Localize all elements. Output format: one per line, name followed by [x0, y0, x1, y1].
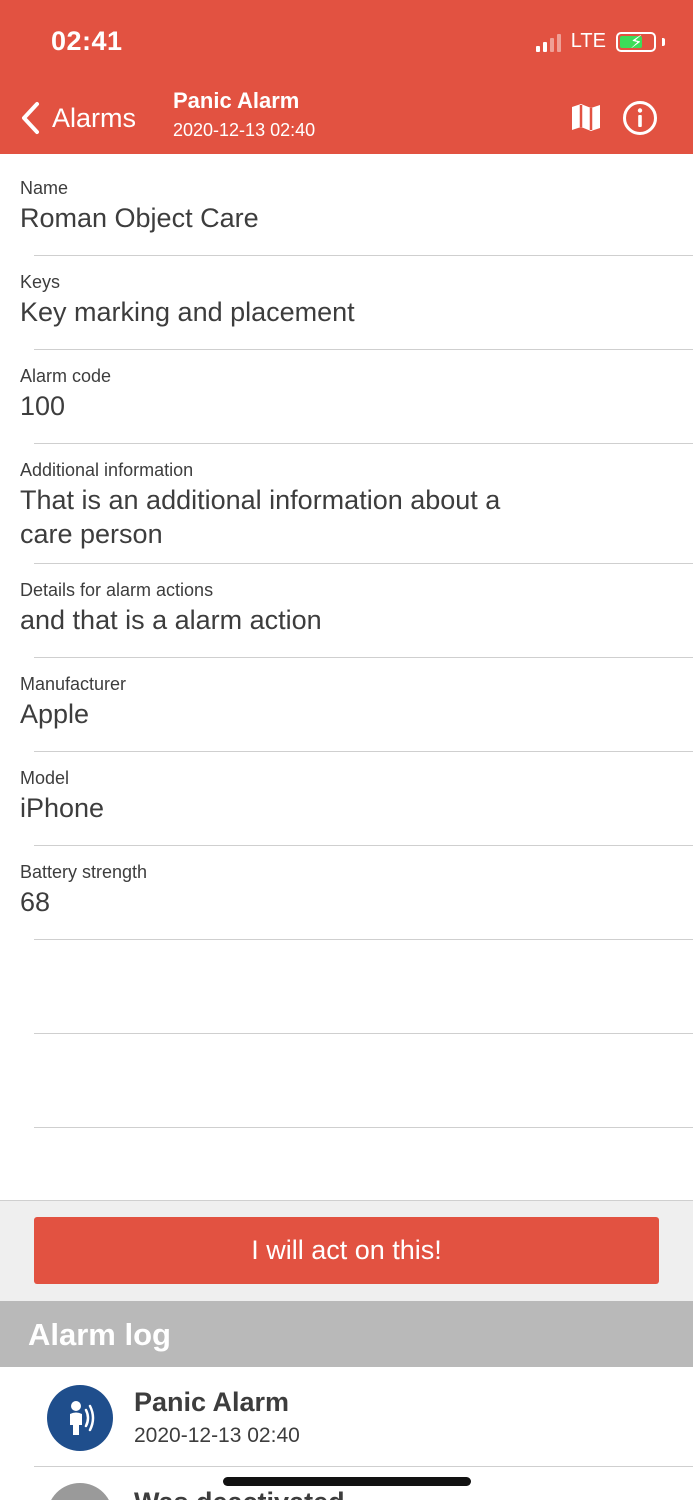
list-item[interactable]: Panic Alarm 2020-12-13 02:40 — [0, 1367, 693, 1467]
field-value: Roman Object Care — [20, 203, 259, 233]
field-keys: Keys Key marking and placement — [0, 256, 693, 350]
deactivated-icon — [47, 1483, 113, 1500]
battery-tip — [662, 37, 665, 46]
log-item-time: 2020-12-13 02:40 — [134, 1424, 300, 1447]
map-icon[interactable] — [569, 100, 603, 139]
alarm-log-title: Alarm log — [28, 1317, 171, 1352]
status-time: 02:41 — [51, 26, 123, 56]
field-value: Key marking and placement — [20, 297, 355, 327]
field-alarm-action-details: Details for alarm actions and that is a … — [0, 564, 693, 658]
header-title-block: Panic Alarm 2020-12-13 02:40 — [173, 88, 315, 141]
status-indicators: LTE ⚡ — [535, 30, 665, 53]
field-value: and that is a alarm action — [20, 605, 322, 635]
field-additional-information: Additional information That is an additi… — [0, 444, 693, 564]
divider — [34, 1127, 693, 1128]
field-label: Model — [20, 768, 70, 788]
empty-row — [0, 940, 693, 1034]
field-manufacturer: Manufacturer Apple — [0, 658, 693, 752]
page-subtitle: 2020-12-13 02:40 — [173, 120, 316, 140]
log-item-title: Panic Alarm — [134, 1387, 290, 1417]
navigation-header: 02:41 LTE ⚡ Alarms Panic Alarm 2020-12-1… — [0, 0, 693, 154]
field-label: Keys — [20, 272, 61, 292]
panic-person-icon — [47, 1385, 113, 1451]
field-value: Apple — [20, 699, 90, 729]
field-name: Name Roman Object Care — [0, 154, 693, 256]
field-value: That is an additional information about … — [20, 485, 501, 549]
info-icon[interactable] — [622, 100, 658, 141]
alarm-log-header: Alarm log — [0, 1301, 693, 1367]
field-label: Additional information — [20, 460, 194, 480]
field-label: Battery strength — [20, 862, 148, 882]
back-label: Alarms — [52, 102, 137, 133]
network-label: LTE — [570, 30, 606, 52]
battery-icon: ⚡ — [616, 31, 656, 52]
field-battery-strength: Battery strength 68 — [0, 846, 693, 940]
back-button[interactable]: Alarms — [20, 98, 136, 138]
action-area: I will act on this! — [0, 1200, 693, 1301]
log-item-title: Was deactivated — [134, 1487, 345, 1500]
field-model: Model iPhone — [0, 752, 693, 846]
field-label: Details for alarm actions — [20, 580, 214, 600]
field-value: 68 — [20, 887, 51, 917]
signal-icon — [535, 32, 561, 52]
page-title: Panic Alarm — [173, 88, 300, 113]
field-label: Alarm code — [20, 366, 112, 386]
field-value: 100 — [20, 391, 66, 421]
empty-row — [0, 1034, 693, 1128]
field-alarm-code: Alarm code 100 — [0, 350, 693, 444]
act-on-alarm-button[interactable]: I will act on this! — [34, 1217, 659, 1284]
field-value: iPhone — [20, 793, 105, 823]
home-indicator[interactable] — [223, 1477, 471, 1486]
field-label: Name — [20, 178, 69, 198]
field-label: Manufacturer — [20, 674, 127, 694]
chevron-left-icon — [22, 102, 39, 134]
